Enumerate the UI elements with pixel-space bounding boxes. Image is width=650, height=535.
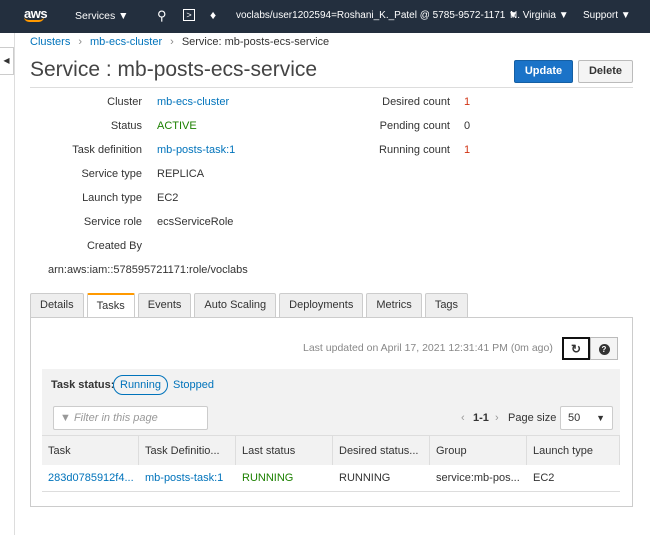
divider xyxy=(30,87,633,88)
sidebar-divider xyxy=(14,33,15,535)
detail-label: Desired count xyxy=(382,96,450,108)
tab-details[interactable]: Details xyxy=(30,293,84,318)
table-cell: RUNNING xyxy=(339,472,391,484)
delete-button[interactable]: Delete xyxy=(578,60,633,83)
sidebar-toggle-button[interactable]: ◀ xyxy=(0,47,14,75)
prev-page-button[interactable]: ‹ xyxy=(461,412,465,424)
detail-value: 1 xyxy=(464,144,471,156)
detail-label: Service type xyxy=(81,168,142,180)
filter-placeholder: Filter in this page xyxy=(73,412,158,424)
bell-icon[interactable]: ♦ xyxy=(210,8,216,22)
detail-value: ACTIVE xyxy=(157,120,197,132)
detail-label: Status xyxy=(110,120,142,132)
page-title: Service : mb-posts-ecs-service xyxy=(30,58,318,81)
detail-value: 1 xyxy=(464,96,471,108)
tasks-table: Task Task Definitio... Last status Desired … xyxy=(42,435,620,492)
created-by-arn: arn:aws:iam::578595721171:role/voclabs xyxy=(48,264,248,276)
tab-metrics[interactable]: Metrics xyxy=(366,293,422,318)
filter-bar: ▼ Filter in this page ‹ 1-1 › Page size … xyxy=(42,403,620,435)
detail-value: 0 xyxy=(464,120,471,132)
refresh-button[interactable]: ↻ xyxy=(562,337,590,360)
detail-label: Service role xyxy=(83,216,142,228)
refresh-icon: ↻ xyxy=(570,342,582,356)
detail-label: Cluster xyxy=(107,96,142,108)
last-updated-text: Last updated on April 17, 2021 12:31:41 … xyxy=(303,342,553,354)
help-button[interactable]: ? xyxy=(590,337,618,360)
detail-value[interactable]: mb-posts-task:1 xyxy=(157,144,235,156)
detail-label: Created By xyxy=(86,240,142,252)
account-menu[interactable]: voclabs/user1202594=Roshani_K._Patel @ 5… xyxy=(236,10,518,21)
breadcrumb: Clusters › mb-ecs-cluster › Service: mb-post… xyxy=(30,36,330,48)
chevron-down-icon: ▼ xyxy=(596,413,605,423)
column-header[interactable]: Desired status... xyxy=(333,436,430,465)
top-nav-bar: aws Services ▼ ⚲ > ♦ voclabs/user1202594… xyxy=(0,0,650,33)
table-cell: EC2 xyxy=(533,472,555,484)
column-header[interactable]: Task Definitio... xyxy=(139,436,236,465)
cloudshell-icon[interactable]: > xyxy=(183,9,195,21)
table-cell: RUNNING xyxy=(242,472,294,484)
detail-label: Pending count xyxy=(379,120,450,132)
next-page-button[interactable]: › xyxy=(495,412,499,424)
breadcrumb-current: Service: mb-posts-ecs-service xyxy=(181,36,330,48)
detail-value: ecsServiceRole xyxy=(157,216,234,228)
breadcrumb-clusters[interactable]: Clusters xyxy=(30,36,70,48)
tab-bar: Details Tasks Events Auto Scaling Deployment… xyxy=(30,293,469,318)
page-size-label: Page size xyxy=(508,412,557,424)
page-range: 1-1 xyxy=(473,412,489,424)
help-icon: ? xyxy=(598,344,610,355)
region-menu[interactable]: N. Virginia ▼ xyxy=(510,10,569,21)
detail-label: Launch type xyxy=(82,192,142,204)
page-size-value: 50 xyxy=(568,412,581,424)
services-menu[interactable]: Services ▼ xyxy=(75,10,129,22)
column-header[interactable]: Last status xyxy=(236,436,333,465)
aws-logo[interactable]: aws xyxy=(24,6,48,22)
table-cell[interactable]: mb-posts-task:1 xyxy=(139,465,236,491)
tab-auto-scaling[interactable]: Auto Scaling xyxy=(194,293,277,318)
update-button[interactable]: Update xyxy=(514,60,573,83)
filter-input[interactable]: ▼ Filter in this page xyxy=(53,406,208,430)
table-header: Task Task Definitio... Last status Desired … xyxy=(42,435,620,465)
detail-label: Task definition xyxy=(72,144,142,156)
page-size-select[interactable]: 50 ▼ xyxy=(560,406,613,430)
table-cell: service:mb-pos... xyxy=(436,472,520,484)
tab-events[interactable]: Events xyxy=(137,293,192,318)
column-header[interactable]: Task xyxy=(42,436,139,465)
breadcrumb-cluster[interactable]: mb-ecs-cluster xyxy=(90,36,162,48)
task-status-filter: Task status: Running Stopped xyxy=(42,369,620,403)
table-cell[interactable]: 283d0785912f4... xyxy=(42,465,139,491)
detail-value[interactable]: mb-ecs-cluster xyxy=(157,96,229,108)
task-status-label: Task status: xyxy=(51,379,115,391)
table-row: 283d0785912f4... mb-posts-task:1 RUNNING RU… xyxy=(42,465,620,492)
stopped-filter-link[interactable]: Stopped xyxy=(173,379,214,391)
search-icon[interactable]: ⚲ xyxy=(157,8,167,24)
tab-tags[interactable]: Tags xyxy=(424,293,469,318)
column-header[interactable]: Launch type xyxy=(527,436,620,465)
column-header[interactable]: Group xyxy=(430,436,527,465)
running-filter-pill[interactable]: Running xyxy=(113,375,168,395)
tab-tasks[interactable]: Tasks xyxy=(86,293,135,318)
detail-value: REPLICA xyxy=(157,168,205,180)
filter-icon: ▼ xyxy=(60,412,71,424)
detail-label: Running count xyxy=(379,144,450,156)
detail-value: EC2 xyxy=(157,192,179,204)
support-menu[interactable]: Support ▼ xyxy=(583,10,631,21)
tab-deployments[interactable]: Deployments xyxy=(279,293,364,318)
